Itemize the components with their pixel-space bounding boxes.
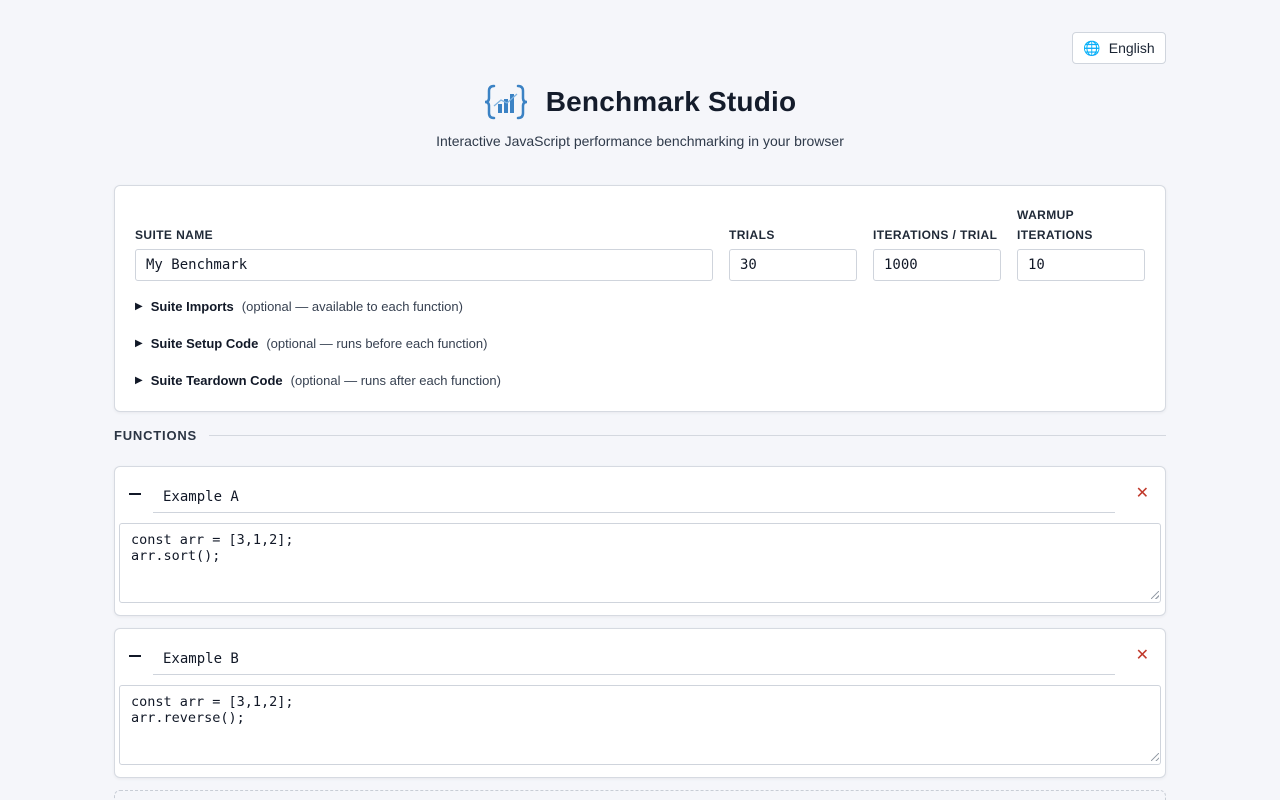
- trials-label: Trials: [729, 228, 775, 242]
- app-header: Benchmark Studio: [0, 82, 1280, 122]
- delete-function-button[interactable]: ✕: [1136, 645, 1149, 667]
- warmup-input[interactable]: 10: [1017, 249, 1145, 281]
- suite-name-input[interactable]: My Benchmark: [135, 249, 713, 281]
- suite-imports-title: Suite Imports: [150, 299, 234, 314]
- suite-teardown-toggle[interactable]: ▶ Suite Teardown Code (optional — runs a…: [135, 373, 501, 388]
- function-card: Example A ✕ const arr = [3,1,2]; arr.sor…: [114, 466, 1166, 616]
- functions-title: Functions: [114, 428, 198, 443]
- iterations-input[interactable]: 1000: [873, 249, 1001, 281]
- triangle-right-icon: ▶: [135, 338, 143, 349]
- suite-teardown-title: Suite Teardown Code: [150, 373, 283, 388]
- triangle-right-icon: ▶: [135, 301, 143, 312]
- iterations-label: Iterations / Trial: [873, 228, 998, 242]
- suite-imports-hint: (optional — available to each function): [241, 299, 463, 314]
- trials-input[interactable]: 30: [729, 249, 857, 281]
- suite-setup-toggle[interactable]: ▶ Suite Setup Code (optional — runs befo…: [135, 336, 487, 351]
- functions-section-header: Functions: [114, 428, 1166, 443]
- function-name-input[interactable]: Example A: [153, 481, 1115, 513]
- function-name-input[interactable]: Example B: [153, 643, 1115, 675]
- triangle-right-icon: ▶: [135, 375, 143, 386]
- delete-function-button[interactable]: ✕: [1136, 483, 1149, 505]
- suite-settings-card: Suite Name My Benchmark Trials 30 Iterat…: [114, 185, 1166, 412]
- benchmark-logo-icon: [484, 84, 527, 120]
- collapse-icon[interactable]: [129, 655, 141, 657]
- resize-handle-icon[interactable]: [1151, 591, 1159, 599]
- function-card: Example B ✕ const arr = [3,1,2]; arr.rev…: [114, 628, 1166, 778]
- page-title: Benchmark Studio: [545, 86, 797, 117]
- suite-name-label: Suite Name: [135, 228, 214, 242]
- resize-handle-icon[interactable]: [1151, 753, 1159, 761]
- warmup-label-line2: Iterations: [1017, 228, 1093, 242]
- function-code-editor[interactable]: const arr = [3,1,2]; arr.sort();: [119, 523, 1161, 603]
- warmup-label-line1: Warmup: [1017, 208, 1075, 222]
- language-selector[interactable]: 🌐 English: [1072, 32, 1166, 64]
- add-function-area[interactable]: [114, 790, 1166, 800]
- suite-setup-title: Suite Setup Code: [150, 336, 259, 351]
- language-label: English: [1108, 40, 1155, 56]
- page-subtitle: Interactive JavaScript performance bench…: [436, 133, 844, 149]
- section-divider: [209, 435, 1166, 436]
- suite-imports-toggle[interactable]: ▶ Suite Imports (optional — available to…: [135, 299, 463, 314]
- suite-teardown-hint: (optional — runs after each function): [290, 373, 501, 388]
- globe-icon: 🌐: [1083, 40, 1101, 56]
- suite-setup-hint: (optional — runs before each function): [266, 336, 488, 351]
- function-code-editor[interactable]: const arr = [3,1,2]; arr.reverse();: [119, 685, 1161, 765]
- collapse-icon[interactable]: [129, 493, 141, 495]
